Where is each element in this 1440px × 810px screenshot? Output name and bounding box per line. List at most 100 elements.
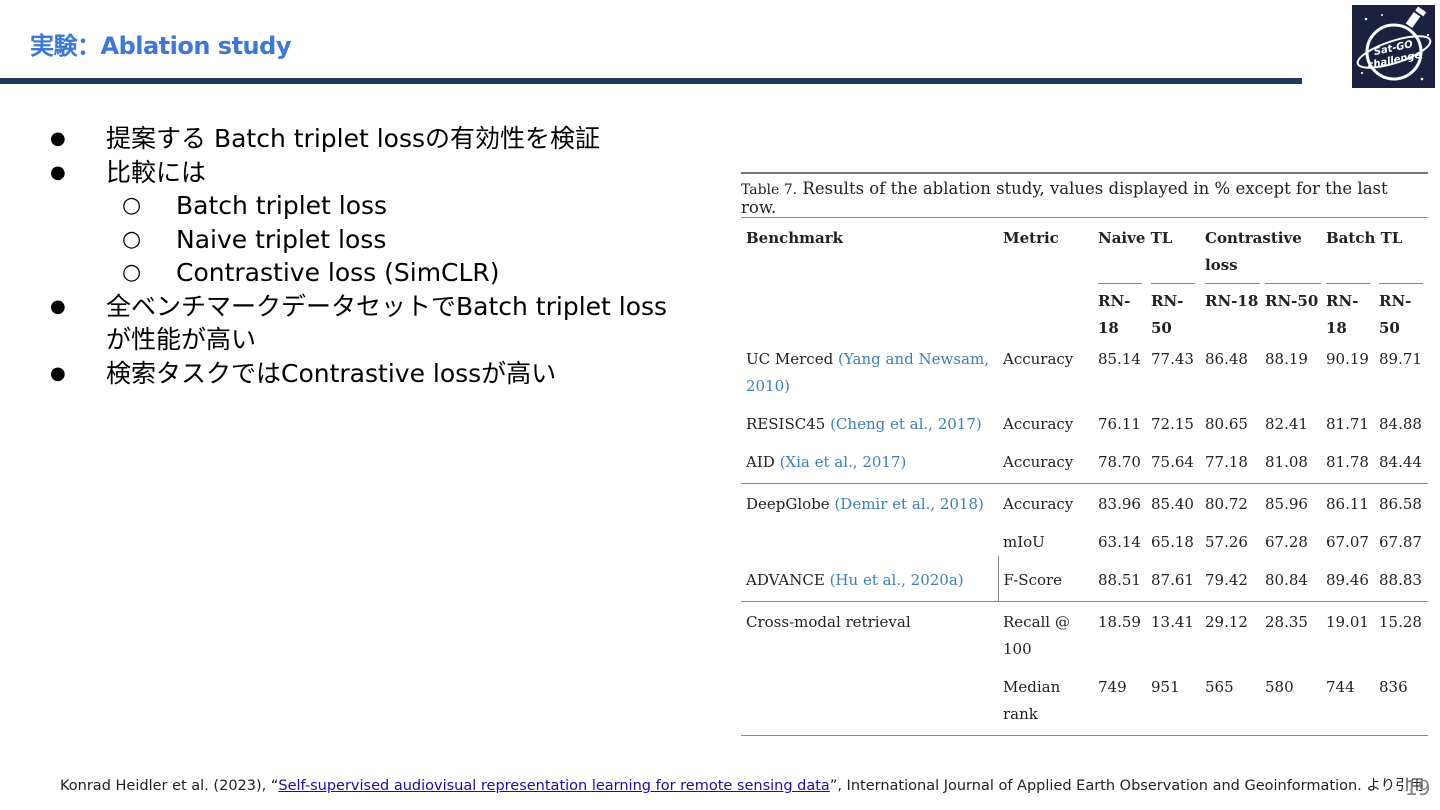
bullet-marker: ● (50, 362, 66, 384)
value-cell: 80.65 (1205, 415, 1248, 433)
page-number: 19 (1405, 776, 1431, 800)
subheader-rn18: RN-18 (1205, 283, 1260, 315)
bullet-item: ● 検索タスクではContrastive lossが高い (50, 357, 690, 391)
table-caption-text: Results of the ablation study, values di… (741, 179, 1388, 217)
value-cell: 81.71 (1326, 415, 1369, 433)
value-cell: 82.41 (1265, 415, 1308, 433)
value-cell: 72.15 (1151, 415, 1194, 433)
sub-bullet-text: Batch triplet loss (176, 191, 388, 220)
bullet-list: ● 提案する Batch triplet lossの有効性を検証 ● 比較には ○ B… (50, 122, 690, 390)
subheader-rn50: RN-50 (1379, 283, 1423, 342)
sub-bullet-marker: ○ (122, 193, 142, 218)
sat-go-challenge-logo: Sat-GO challenge (1352, 5, 1435, 88)
value-cell: 83.96 (1093, 483, 1146, 518)
slide-title: 実験：Ablation study (30, 32, 291, 60)
ablation-results-table: Table 7. Results of the ablation study, … (741, 172, 1428, 736)
value-cell: 63.14 (1098, 533, 1141, 551)
citation-link: (Cheng et al., 2017) (830, 415, 982, 433)
value-cell: 85.14 (1098, 350, 1141, 368)
table-caption-label: Table 7. (741, 182, 798, 198)
value-cell: 88.51 (1098, 571, 1141, 589)
table-row: UC Merced (Yang and Newsam, 2010) Accura… (741, 342, 1428, 400)
benchmark-name: RESISC45 (746, 415, 826, 433)
value-cell: 87.61 (1151, 571, 1194, 589)
value-cell: 90.19 (1326, 350, 1369, 368)
metric-cell: Accuracy (1003, 350, 1074, 368)
header-benchmark: Benchmark (746, 229, 844, 247)
subheader-cell: RN-50 (1146, 283, 1200, 342)
footer-prefix: Konrad Heidler et al. (2023), “ (60, 778, 279, 794)
value-cell: 67.87 (1379, 533, 1422, 551)
bullet-marker: ● (50, 295, 66, 317)
bullet-marker: ● (50, 161, 66, 183)
value-cell: 79.42 (1205, 571, 1248, 589)
bullet-text: 検索タスクではContrastive lossが高い (106, 358, 557, 388)
value-cell: 77.18 (1205, 453, 1248, 471)
metric-cell: F-Score (997, 556, 1093, 602)
benchmark-name: Cross-modal retrieval (746, 613, 911, 631)
sub-bullet-marker: ○ (122, 226, 142, 252)
value-cell: 15.28 (1374, 601, 1428, 663)
bullet-item: ● 全ベンチマークデータセットでBatch triplet loss が性能が高い (50, 290, 690, 357)
value-cell: 84.88 (1379, 415, 1422, 433)
value-cell: 89.71 (1379, 350, 1422, 368)
table-row: AID (Xia et al., 2017) Accuracy 78.70 75… (741, 438, 1428, 484)
benchmark-cell (741, 518, 998, 556)
benchmark-cell (741, 663, 998, 736)
benchmark-name: AID (746, 453, 775, 471)
metric-cell: Recall @ 100 (998, 601, 1093, 663)
value-cell: 84.44 (1379, 453, 1422, 471)
subheader-cell: RN-50 (1374, 283, 1428, 342)
subheader-rn18: RN-18 (1098, 283, 1142, 342)
value-cell: 13.41 (1146, 601, 1200, 663)
benchmark-name: UC Merced (746, 350, 834, 368)
subheader-rn18: RN-18 (1326, 283, 1370, 342)
value-cell: 67.28 (1265, 533, 1308, 551)
value-cell: 86.58 (1374, 483, 1428, 518)
bullet-item: ● 提案する Batch triplet lossの有効性を検証 (50, 122, 690, 156)
sub-bullet-marker: ○ (122, 260, 142, 285)
sub-bullet-item: ○ Batch triplet loss (50, 189, 690, 223)
metric-cell: Accuracy (1003, 453, 1074, 471)
benchmark-name: DeepGlobe (746, 495, 830, 513)
value-cell: 836 (1374, 663, 1428, 736)
title-divider (0, 78, 1302, 84)
citation-footer: Konrad Heidler et al. (2023), “Self-supe… (60, 774, 1424, 795)
table-row: Median rank 749 951 565 580 744 836 (741, 663, 1428, 736)
subheader-cell: RN-18 (1200, 283, 1260, 342)
benchmark-cell: UC Merced (Yang and Newsam, 2010) (741, 342, 998, 400)
value-cell: 749 (1093, 663, 1146, 736)
bullet-item: ● 比較には (50, 156, 690, 190)
table-row: mIoU 63.14 65.18 57.26 67.28 67.07 67.87 (741, 518, 1428, 556)
table-row: RESISC45 (Cheng et al., 2017) Accuracy 7… (741, 400, 1428, 438)
citation-link: (Xia et al., 2017) (779, 453, 907, 471)
value-cell: 86.11 (1321, 483, 1374, 518)
value-cell: 19.01 (1321, 601, 1374, 663)
header-batch-tl: Batch TL (1321, 218, 1428, 283)
value-cell: 57.26 (1205, 533, 1248, 551)
table-header-row: Benchmark Metric Naive TL Contrastive lo… (741, 218, 1428, 283)
sub-bullet-item: ○ Contrastive loss (SimCLR) (50, 256, 690, 290)
results-table: Benchmark Metric Naive TL Contrastive lo… (741, 218, 1428, 736)
value-cell: 88.19 (1265, 350, 1308, 368)
metric-cell: Accuracy (998, 483, 1093, 518)
value-cell: 85.96 (1260, 483, 1321, 518)
value-cell: 29.12 (1200, 601, 1260, 663)
subheader-rn50: RN-50 (1151, 283, 1195, 342)
value-cell: 951 (1146, 663, 1200, 736)
value-cell: 81.78 (1326, 453, 1369, 471)
value-cell: 89.46 (1326, 571, 1369, 589)
table-row: Cross-modal retrieval Recall @ 100 18.59… (741, 601, 1428, 663)
bullet-marker: ● (50, 128, 66, 149)
value-cell: 85.40 (1146, 483, 1200, 518)
benchmark-cell: Cross-modal retrieval (741, 601, 998, 663)
header-contrastive: Contrastive loss (1200, 218, 1321, 283)
sub-bullet-text: Naive triplet loss (176, 224, 387, 254)
paper-link[interactable]: Self-supervised audiovisual representati… (278, 778, 829, 794)
subheader-cell: RN-18 (1093, 283, 1146, 342)
table-caption: Table 7. Results of the ablation study, … (741, 172, 1428, 218)
citation-link: (Demir et al., 2018) (834, 495, 984, 513)
header-batch-tl-label: Batch TL (1326, 229, 1403, 247)
subheader-rn50: RN-50 (1265, 283, 1321, 315)
value-cell: 28.35 (1260, 601, 1321, 663)
